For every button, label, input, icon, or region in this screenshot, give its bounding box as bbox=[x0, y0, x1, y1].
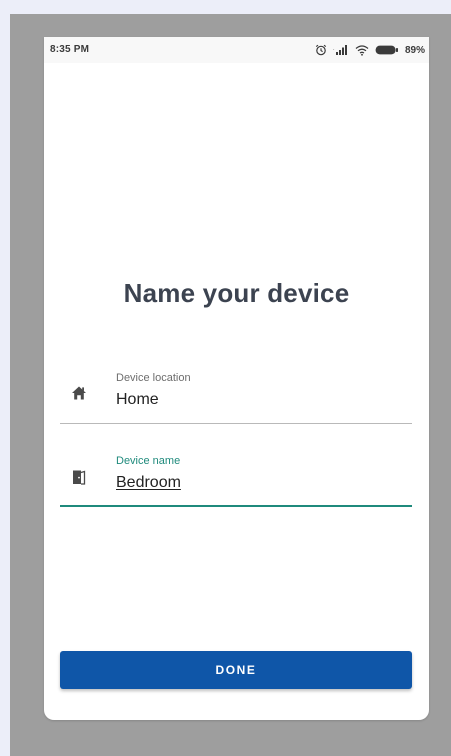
home-icon bbox=[70, 384, 88, 402]
device-name-input[interactable]: Bedroom bbox=[116, 474, 181, 492]
device-name-field[interactable]: Device name Bedroom bbox=[60, 445, 412, 507]
status-bar: 8:35 PM . 89% bbox=[44, 37, 429, 63]
alarm-icon bbox=[315, 44, 327, 56]
battery-percentage: 89% bbox=[404, 44, 425, 56]
device-location-field[interactable]: Device location Home bbox=[60, 362, 412, 424]
signal-icon: . bbox=[333, 44, 349, 56]
device-name-label: Device name bbox=[116, 455, 181, 467]
device-location-label: Device location bbox=[116, 372, 191, 384]
wifi-icon bbox=[355, 44, 369, 56]
status-icons: . 89% bbox=[315, 42, 425, 58]
page-title: Name your device bbox=[123, 278, 350, 308]
device-location-value[interactable]: Home bbox=[116, 391, 159, 409]
door-icon bbox=[70, 468, 88, 486]
svg-text:.: . bbox=[333, 46, 335, 52]
phone-screen: 8:35 PM . 89% Name your device Device lo… bbox=[44, 37, 429, 720]
done-button[interactable]: DONE bbox=[60, 651, 412, 689]
battery-icon bbox=[375, 44, 399, 56]
status-time: 8:35 PM bbox=[50, 44, 90, 55]
